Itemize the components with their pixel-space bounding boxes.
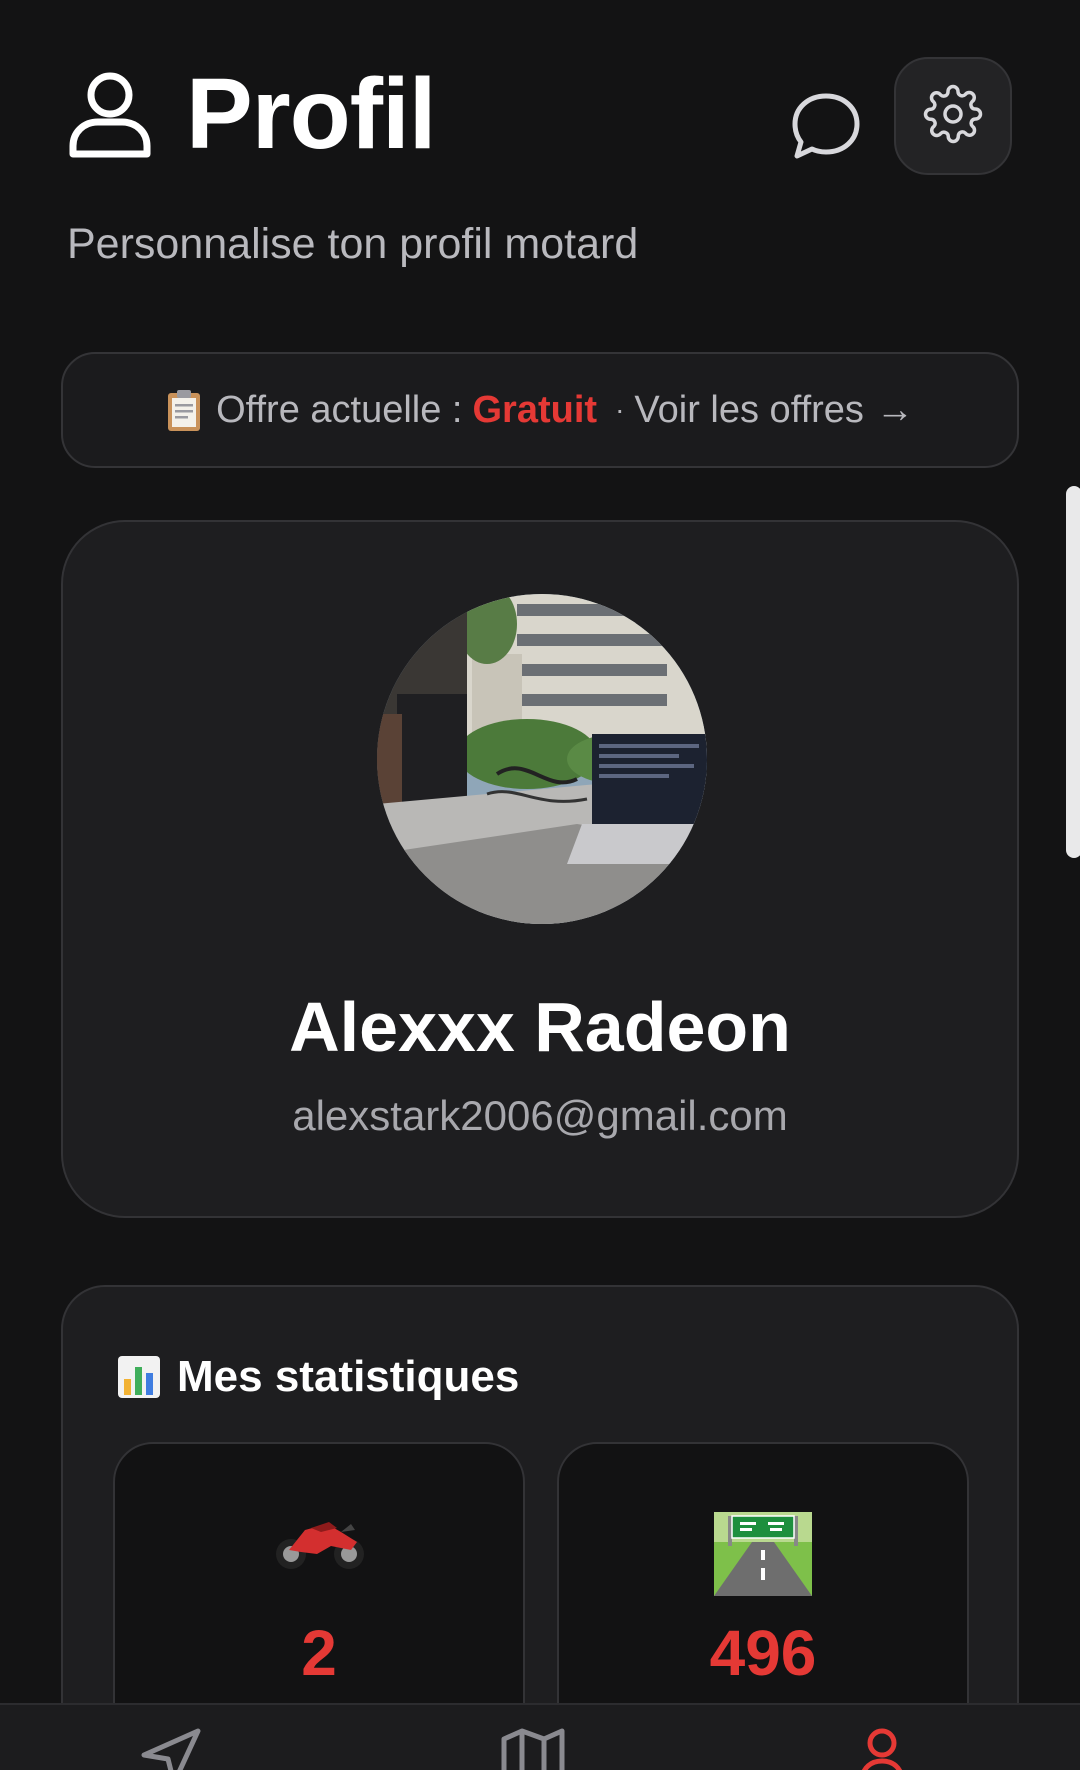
stat-value-distance: 496 (709, 1617, 817, 1689)
arrow-right-icon: → (875, 388, 914, 431)
nav-item-map[interactable] (500, 1727, 580, 1770)
user-name: Alexxx Radeon (289, 988, 791, 1066)
gear-icon (923, 84, 983, 149)
profile-card: Alexxx Radeon alexstark2006@gmail.com (61, 520, 1019, 1218)
user-email: alexstark2006@gmail.com (292, 1092, 788, 1139)
offer-banner[interactable]: Offre actuelle : Gratuit · Voir les offr… (61, 352, 1019, 468)
offer-separator: · (615, 394, 625, 425)
stats-title: Mes statistiques (117, 1347, 519, 1407)
navigation-arrow-icon (140, 1728, 202, 1770)
chat-button[interactable] (776, 78, 876, 178)
page-title: Profil (186, 58, 437, 170)
scrollbar[interactable] (1066, 486, 1080, 858)
clipboard-icon (166, 388, 202, 432)
avatar[interactable] (377, 594, 707, 924)
map-icon (500, 1728, 566, 1770)
profile-icon (860, 1728, 904, 1770)
header: Profil (68, 48, 1012, 188)
offer-label: Offre actuelle : (216, 388, 463, 431)
highway-icon (559, 1512, 967, 1602)
stats-card: Mes statistiques 2 496 (61, 1285, 1019, 1770)
nav-item-navigation[interactable] (140, 1727, 220, 1770)
stats-title-label: Mes statistiques (177, 1352, 520, 1401)
profile-screen: Profil Personnalise ton profil motard Of… (0, 0, 1080, 1770)
nav-item-profile[interactable] (860, 1727, 940, 1770)
chat-bubble-icon (791, 92, 861, 165)
settings-button[interactable] (894, 57, 1012, 175)
bottom-nav (0, 1703, 1080, 1770)
view-offers-link[interactable]: Voir les offres (634, 389, 864, 432)
page-subtitle: Personnalise ton profil motard (67, 220, 639, 268)
motorcycle-icon (115, 1512, 523, 1602)
user-icon (68, 70, 152, 160)
bar-chart-icon (117, 1355, 161, 1399)
stat-value-motorcycles: 2 (301, 1617, 337, 1689)
offer-plan-badge: Gratuit (472, 388, 598, 431)
